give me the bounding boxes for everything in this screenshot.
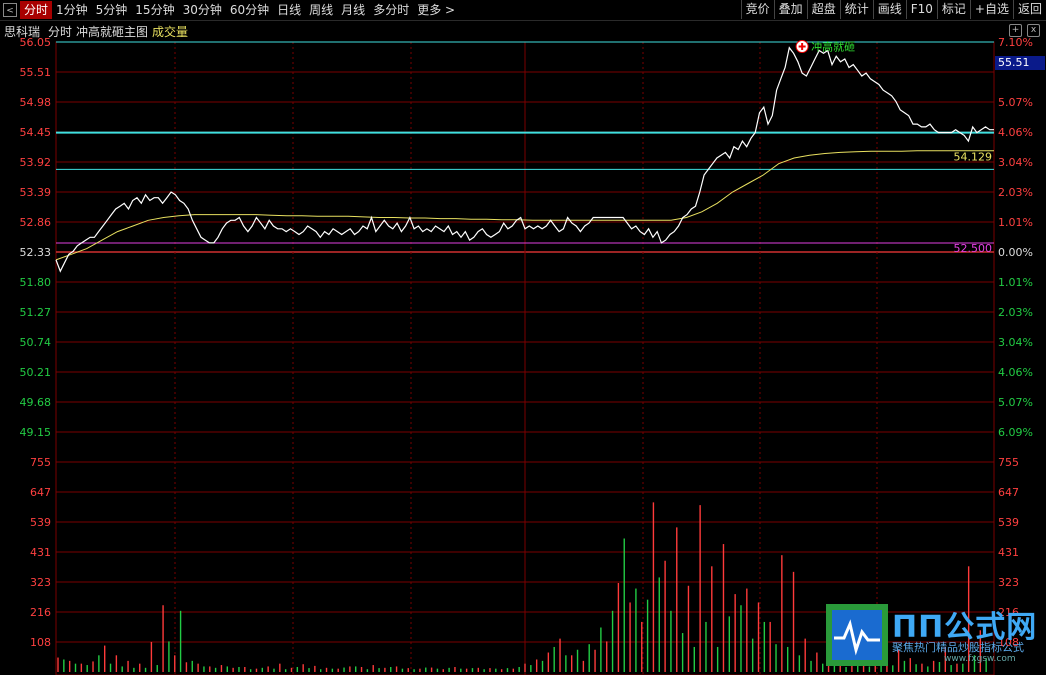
toolbar-button-3[interactable]: 统计 xyxy=(839,0,873,19)
price-tick-label: 49.68 xyxy=(20,396,52,409)
avg-price-label: 54.129 xyxy=(954,151,993,164)
toolbar-button-5[interactable]: F10 xyxy=(905,0,937,19)
chart-controls: + x xyxy=(1004,24,1040,37)
price-tick-label: 49.15 xyxy=(20,426,52,439)
price-tick-label: 55.51 xyxy=(20,66,52,79)
pct-tick-label: 2.03% xyxy=(998,306,1033,319)
close-icon[interactable]: x xyxy=(1027,24,1040,37)
pct-tick-label: 4.06% xyxy=(998,126,1033,139)
volume-tick-label: 108 xyxy=(30,636,51,649)
back-arrow-icon[interactable]: < xyxy=(3,3,17,17)
volume-tick-label-right: 755 xyxy=(998,456,1019,469)
volume-tick-label: 647 xyxy=(30,486,51,499)
stock-name[interactable]: 思科瑞 xyxy=(4,23,40,40)
tab-5[interactable]: 60分钟 xyxy=(226,1,273,19)
volume-label[interactable]: 成交量 xyxy=(152,23,188,40)
tab-2[interactable]: 5分钟 xyxy=(92,1,132,19)
price-tick-label: 50.74 xyxy=(20,336,52,349)
volume-tick-label-right: 431 xyxy=(998,546,1019,559)
tab-7[interactable]: 周线 xyxy=(305,1,337,19)
function-buttons: 竞价 叠加 超盘 统计 画线 F10 标记 +自选 返回 xyxy=(740,0,1046,20)
price-tick-label: 53.39 xyxy=(20,186,52,199)
chart-area[interactable]: 56.0555.5154.9854.4553.9253.3952.8652.33… xyxy=(0,0,1046,675)
price-tick-label: 53.92 xyxy=(20,156,52,169)
price-tick-label: 51.80 xyxy=(20,276,52,289)
watermark-logo: ΠΠ公式网 聚焦热门精品炒股指标公式 www.fxgsw.com xyxy=(826,604,1044,668)
volume-tick-label-right: 647 xyxy=(998,486,1019,499)
price-tick-label: 51.27 xyxy=(20,306,52,319)
logo-url: www.fxgsw.com xyxy=(944,654,1016,664)
pct-tick-label: 1.01% xyxy=(998,216,1033,229)
period-tabs: < 分时 1分钟 5分钟 15分钟 30分钟 60分钟 日线 周线 月线 多分时 更多 > xyxy=(0,0,459,20)
volume-tick-label: 216 xyxy=(30,606,51,619)
level-label: 52.500 xyxy=(954,242,993,255)
volume-tick-label-right: 323 xyxy=(998,576,1019,589)
pct-tick-label: 2.03% xyxy=(998,186,1033,199)
pct-tick-label: 3.04% xyxy=(998,156,1033,169)
price-tick-label: 54.45 xyxy=(20,126,52,139)
tab-3[interactable]: 15分钟 xyxy=(131,1,178,19)
toolbar-button-1[interactable]: 叠加 xyxy=(773,0,807,19)
toolbar-button-8[interactable]: 返回 xyxy=(1012,0,1046,19)
price-tick-label: 54.98 xyxy=(20,96,52,109)
indicator-name[interactable]: 冲高就砸主图 xyxy=(76,23,148,40)
tab-6[interactable]: 日线 xyxy=(273,1,305,19)
pct-tick-label: 0.00% xyxy=(998,246,1033,259)
logo-subtitle: 聚焦热门精品炒股指标公式 xyxy=(892,641,1024,654)
tab-9[interactable]: 多分时 xyxy=(369,1,413,19)
pct-tick-label: 7.10% xyxy=(998,36,1033,49)
toolbar-button-4[interactable]: 画线 xyxy=(872,0,906,19)
toolbar: < 分时 1分钟 5分钟 15分钟 30分钟 60分钟 日线 周线 月线 多分时 更多 > 竞价 叠加… xyxy=(0,0,1046,21)
volume-tick-label: 431 xyxy=(30,546,51,559)
toolbar-button-0[interactable]: 竞价 xyxy=(740,0,774,19)
pct-tick-label: 5.07% xyxy=(998,396,1033,409)
volume-tick-label: 323 xyxy=(30,576,51,589)
pct-tick-label: 4.06% xyxy=(998,366,1033,379)
price-tick-label: 50.21 xyxy=(20,366,52,379)
volume-tick-label-right: 539 xyxy=(998,516,1019,529)
tab-1[interactable]: 1分钟 xyxy=(52,1,92,19)
pct-tick-label: 1.01% xyxy=(998,276,1033,289)
price-tick-label: 52.33 xyxy=(20,246,52,259)
chart-info-bar: 思科瑞 分时 冲高就砸主图 成交量 xyxy=(0,22,196,40)
logo-icon xyxy=(826,604,888,666)
price-tick-label: 52.86 xyxy=(20,216,52,229)
add-icon[interactable]: + xyxy=(1009,24,1022,37)
chart-mode: 分时 xyxy=(48,24,73,39)
tab-8[interactable]: 月线 xyxy=(337,1,369,19)
volume-tick-label: 539 xyxy=(30,516,51,529)
current-price-tag: 55.51 xyxy=(995,56,1045,70)
pct-tick-label: 5.07% xyxy=(998,96,1033,109)
toolbar-button-7[interactable]: +自选 xyxy=(969,0,1013,19)
toolbar-button-6[interactable]: 标记 xyxy=(936,0,970,19)
signal-label: 冲高就砸 xyxy=(811,39,855,53)
tab-10[interactable]: 更多 > xyxy=(413,1,459,19)
tab-0[interactable]: 分时 xyxy=(20,1,53,19)
tab-4[interactable]: 30分钟 xyxy=(179,1,226,19)
pct-tick-label: 3.04% xyxy=(998,336,1033,349)
volume-tick-label: 755 xyxy=(30,456,51,469)
pct-tick-label: 6.09% xyxy=(998,426,1033,439)
toolbar-button-2[interactable]: 超盘 xyxy=(806,0,840,19)
